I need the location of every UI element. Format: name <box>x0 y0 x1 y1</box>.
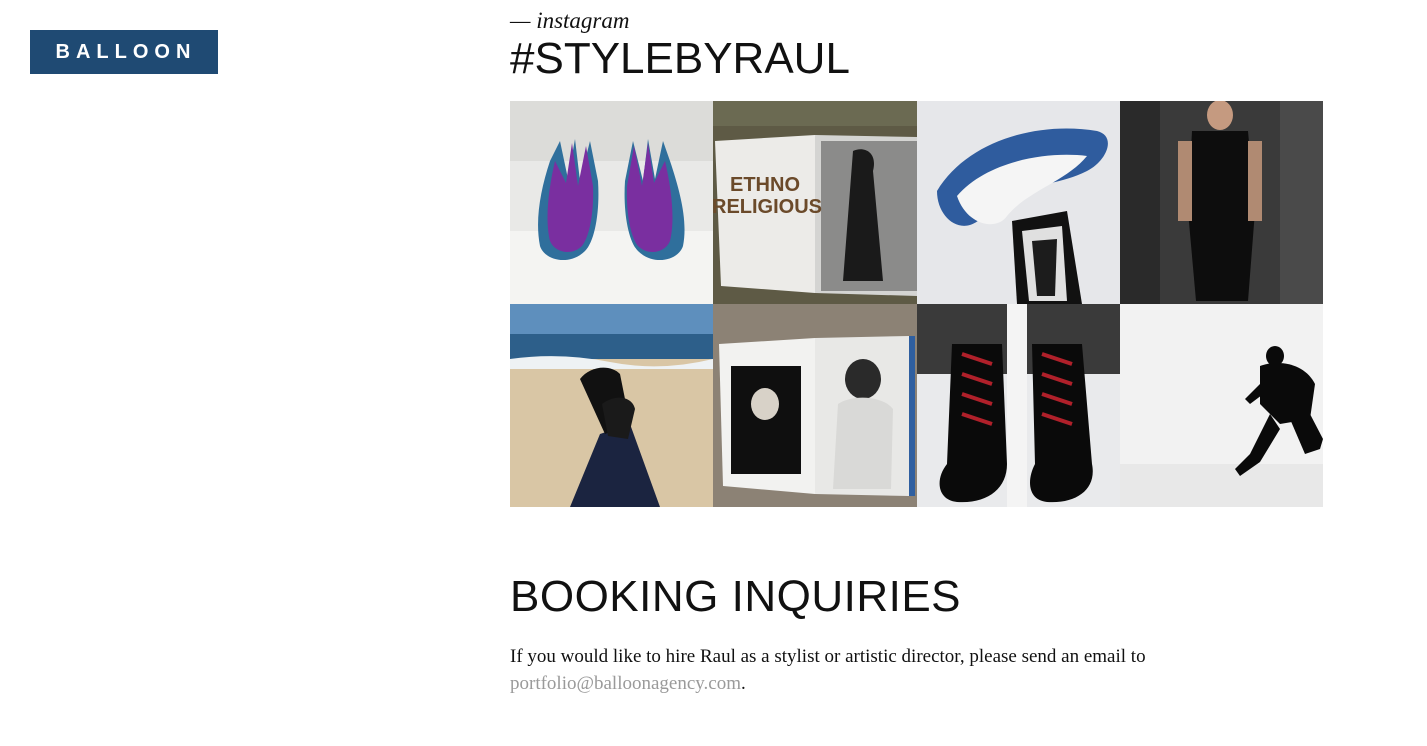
svg-text:RELIGIOUS: RELIGIOUS <box>713 196 822 218</box>
instagram-kicker: — instagram <box>510 8 630 33</box>
black-boots-image <box>917 304 1120 507</box>
photo-running-silhouette[interactable] <box>1120 304 1323 507</box>
booking-inquiries-heading: BOOKING INQUIRIES <box>510 572 962 621</box>
photo-black-boots-red-laces[interactable] <box>917 304 1120 507</box>
runway-model-image <box>1120 101 1323 304</box>
purple-gloves-image <box>510 101 713 304</box>
photo-runway-model[interactable] <box>1120 101 1323 304</box>
svg-text:ETHNO: ETHNO <box>730 174 800 196</box>
photo-white-blue-sculpture[interactable] <box>917 101 1120 304</box>
beach-boots-image <box>510 304 713 507</box>
instagram-hashtag-heading: #STYLEBYRAUL <box>510 34 850 83</box>
balloon-logo-link[interactable]: BALLOON <box>30 30 218 74</box>
running-silhouette-image <box>1120 304 1323 507</box>
booking-period: . <box>741 673 746 694</box>
booking-text: If you would like to hire Raul as a styl… <box>510 646 1146 667</box>
instagram-photo-grid: ETHNO RELIGIOUS <box>510 101 1323 507</box>
photo-ethno-religious-book[interactable]: ETHNO RELIGIOUS <box>713 101 917 304</box>
white-blue-sculpture-image <box>917 101 1120 304</box>
portrait-book-image <box>713 304 917 507</box>
photo-beach-boots[interactable] <box>510 304 713 507</box>
ethno-religious-book-image: ETHNO RELIGIOUS <box>713 101 917 304</box>
photo-purple-gloves[interactable] <box>510 101 713 304</box>
photo-portrait-book[interactable] <box>713 304 917 507</box>
booking-email-link[interactable]: portfolio@balloonagency.com <box>510 673 741 694</box>
booking-description: If you would like to hire Raul as a styl… <box>510 643 1270 697</box>
